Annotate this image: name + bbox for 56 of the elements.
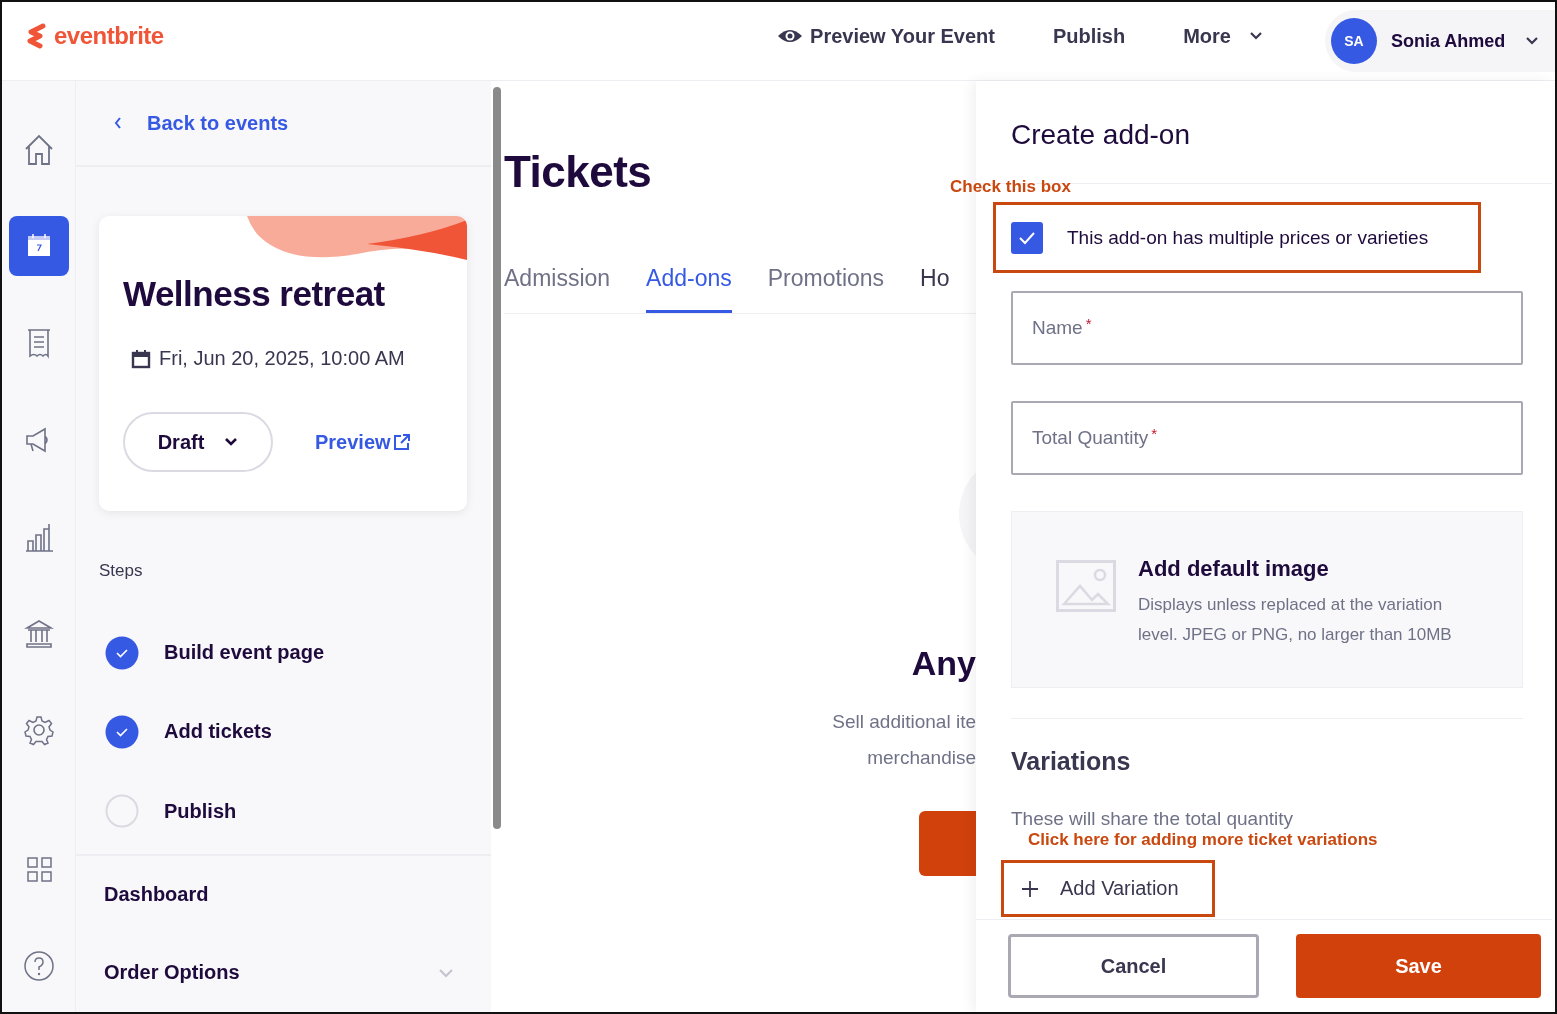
tab[interactable]: Admission (504, 265, 611, 313)
scrollbar-thumb[interactable] (493, 87, 501, 829)
step-link[interactable]: Publish (164, 799, 237, 823)
logo-icon (26, 23, 48, 49)
chevron-down-icon (224, 437, 239, 447)
required-mark: * (1085, 315, 1092, 332)
tab[interactable]: Promotions (767, 265, 885, 313)
empty-state-text: merchandise (867, 747, 976, 769)
checkmark-icon (1018, 230, 1036, 245)
preview-link[interactable]: Preview Your Event (776, 24, 995, 48)
external-link-icon (392, 433, 411, 451)
help-icon (22, 950, 55, 984)
field-label: Name (1032, 317, 1083, 339)
image-upload-area[interactable]: Add default image Displays unless replaced at the variation level. JPEG or PNG, no larger than 10MB (1011, 511, 1523, 688)
account-menu[interactable]: SA Sonia Ahmed (1325, 10, 1555, 72)
avatar: SA (1331, 18, 1377, 64)
chevron-down-icon (1525, 36, 1539, 46)
bank-icon (22, 617, 55, 651)
image-placeholder-icon (1056, 560, 1116, 612)
checkbox[interactable] (1011, 221, 1043, 254)
save-button[interactable]: Save (1296, 934, 1541, 998)
empty-state-text: Sell additional ite (832, 711, 976, 733)
tab[interactable]: Add-ons (646, 265, 732, 313)
add-variation-button[interactable]: Add Variation (1020, 877, 1179, 900)
status-dropdown[interactable]: Draft (123, 412, 273, 472)
empty-state-heading: Any (911, 644, 976, 683)
nav-section[interactable]: Order Options (104, 961, 438, 985)
nav-button[interactable] (8, 216, 69, 276)
tab[interactable]: Ho (920, 265, 950, 313)
section-label: Steps (99, 561, 144, 581)
chevron-down-icon (1249, 31, 1263, 41)
upload-description: Displays unless replaced at the variation level. JPEG or PNG, no larger than 10MB (1138, 594, 1453, 646)
event-title: Wellness retreat (123, 274, 386, 314)
required-mark: * (1151, 425, 1157, 442)
section-title: Variations (1011, 747, 1132, 776)
step-link[interactable]: Add tickets (164, 720, 272, 744)
preview-link[interactable]: Preview (315, 430, 411, 454)
page-title: Tickets (504, 147, 652, 197)
publish-link[interactable]: Publish (1052, 24, 1126, 48)
upload-title: Add default image (1138, 556, 1330, 582)
back-chevron-icon (113, 116, 123, 130)
settings-icon (22, 714, 55, 748)
input-field[interactable]: Total Quantity* (1011, 401, 1523, 475)
checkbox-label: This add-on has multiple prices or varieties (1067, 226, 1429, 249)
hint-text: These will share the total quantity (1011, 808, 1294, 830)
step-link[interactable]: Build event page (164, 641, 325, 665)
more-menu[interactable]: More (1183, 24, 1263, 48)
field-label: Total Quantity (1032, 427, 1149, 449)
back-link[interactable]: Back to events (147, 111, 289, 135)
plus-icon (1020, 878, 1040, 899)
event-date: Fri, Jun 20, 2025, 10:00 AM (159, 347, 405, 370)
annotation-text: Click here for adding more ticket variations (1028, 830, 1379, 850)
cancel-button[interactable]: Cancel (1008, 934, 1259, 998)
nav-section[interactable]: Dashboard (104, 883, 454, 907)
input-field[interactable]: Name* (1011, 291, 1523, 365)
calendar-icon (131, 348, 151, 369)
